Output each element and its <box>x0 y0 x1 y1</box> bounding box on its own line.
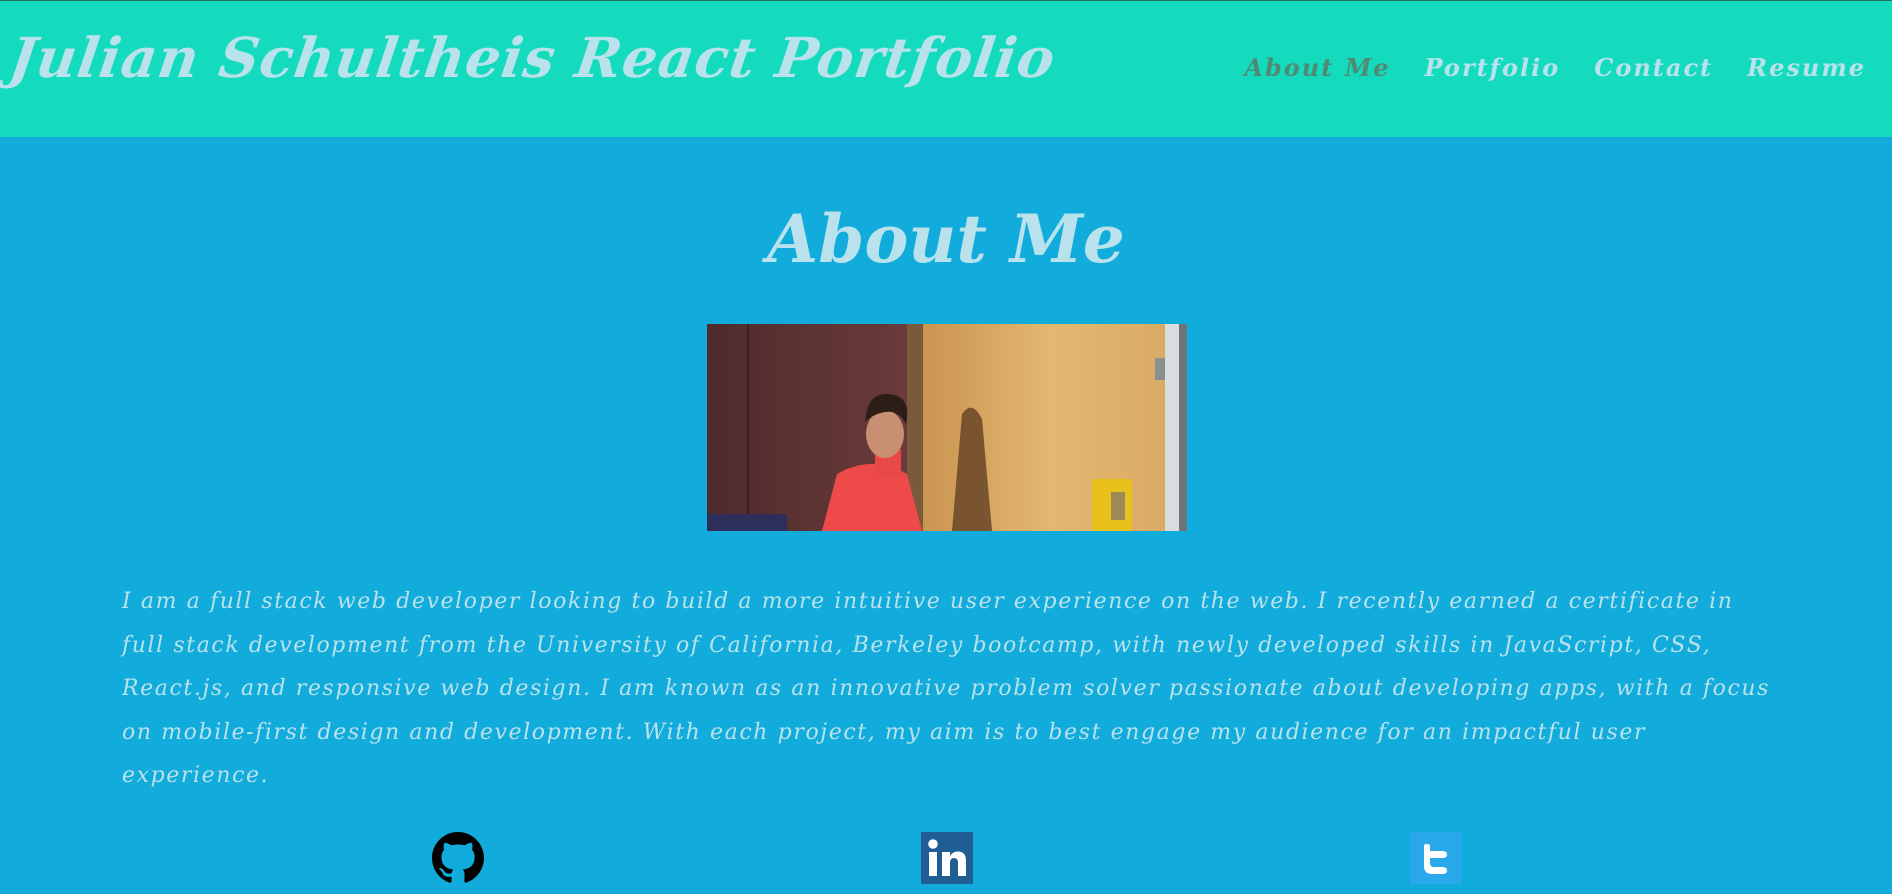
twitter-link[interactable] <box>1410 832 1462 884</box>
profile-photo-image <box>707 324 1187 531</box>
about-heading: About Me <box>767 200 1125 278</box>
linkedin-link[interactable] <box>921 832 973 884</box>
bio-text: I am a full stack web developer looking … <box>122 589 1771 788</box>
nav-link-contact[interactable]: Contact <box>1594 53 1713 82</box>
main-nav: About Me Portfolio Contact Resume <box>1244 53 1866 82</box>
github-icon <box>432 832 484 883</box>
twitter-icon <box>1410 832 1462 884</box>
profile-photo <box>707 324 1187 531</box>
nav-link-portfolio[interactable]: Portfolio <box>1425 53 1561 82</box>
site-title[interactable]: Julian Schultheis React Portfolio <box>5 25 1059 90</box>
nav-link-about[interactable]: About Me <box>1244 53 1390 82</box>
site-header: Julian Schultheis React Portfolio About … <box>0 0 1892 137</box>
nav-link-resume[interactable]: Resume <box>1747 53 1866 82</box>
linkedin-icon <box>921 832 973 884</box>
github-link[interactable] <box>432 832 484 884</box>
